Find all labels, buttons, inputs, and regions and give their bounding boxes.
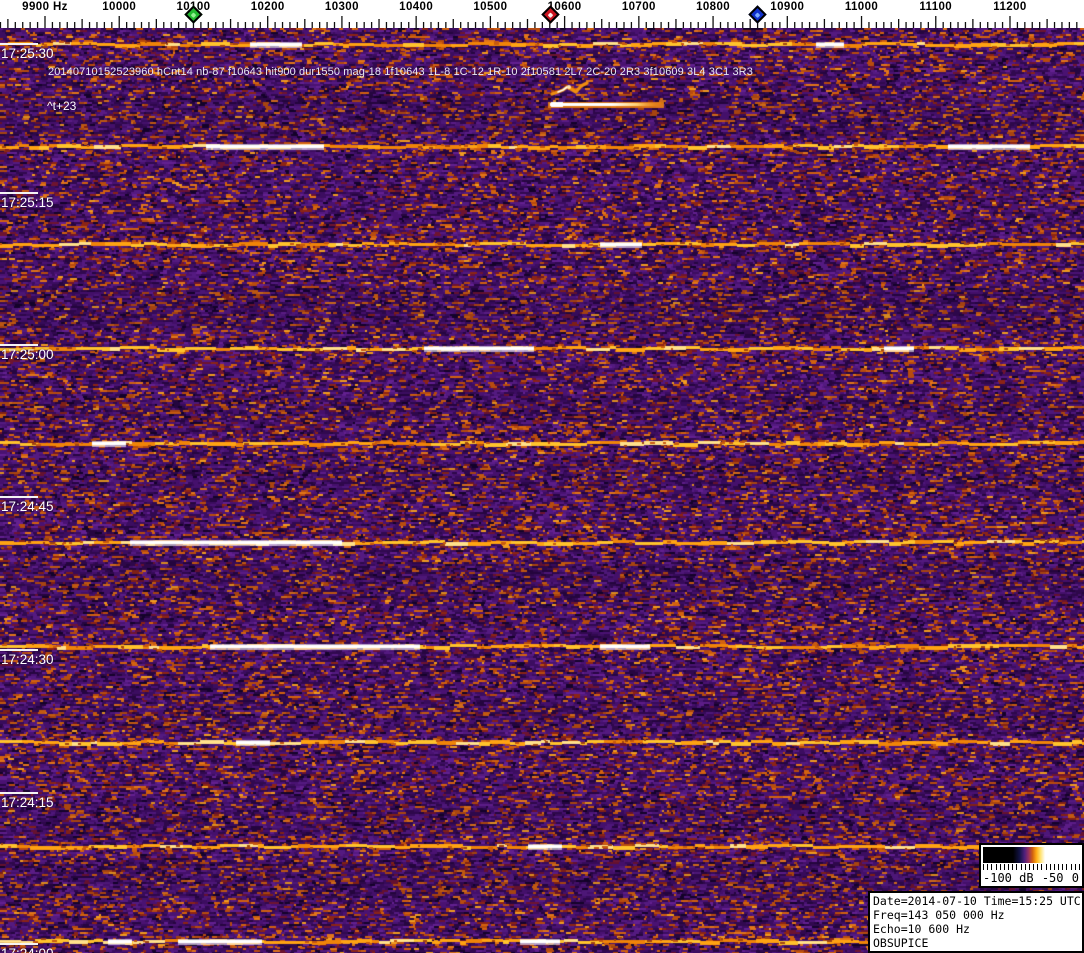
db-tick (1020, 864, 1022, 870)
db-label-mid: -50 (1041, 871, 1064, 885)
frequency-ruler: 9900 Hz100001010010200103001040010500106… (0, 0, 1084, 28)
time-axis-tick (0, 43, 38, 45)
freq-axis-label: 11000 (844, 1, 879, 13)
db-tick (1062, 864, 1064, 870)
db-scale-ticks (983, 864, 1080, 870)
db-gradient-bar (983, 847, 1080, 863)
time-axis-label: 17:25:15 (1, 195, 54, 210)
time-axis-tick (0, 943, 38, 945)
db-label-min: -100 dB (983, 871, 1034, 885)
freq-axis-label: 10800 (696, 1, 731, 13)
freq-marker-core (754, 11, 761, 18)
db-tick (995, 864, 997, 870)
db-tick (1053, 864, 1055, 870)
freq-axis-label: 11100 (919, 1, 953, 13)
freq-marker-core (190, 11, 197, 18)
db-tick (1078, 864, 1080, 870)
time-axis-tick (0, 792, 38, 794)
db-tick (1037, 864, 1039, 870)
db-tick (1066, 864, 1068, 870)
freq-axis-label: 11200 (993, 1, 1027, 13)
freq-axis-label: 10900 (770, 1, 805, 13)
time-axis-label: 17:25:00 (1, 347, 54, 362)
freq-axis-label: 10200 (250, 1, 285, 13)
freq-axis-label: 10700 (621, 1, 656, 13)
db-tick (1033, 864, 1035, 870)
freq-axis-label: 10500 (473, 1, 508, 13)
freq-axis-label: 9900 Hz (22, 1, 68, 13)
time-axis-tick (0, 192, 38, 194)
db-tick (1008, 864, 1010, 870)
freq-axis-label: 10300 (324, 1, 359, 13)
db-tick (1058, 864, 1060, 870)
db-tick (1024, 864, 1026, 870)
db-tick (983, 864, 984, 870)
time-axis-tick (0, 344, 38, 346)
freq-axis-label: 10000 (102, 1, 137, 13)
time-axis-label: 17:24:45 (1, 499, 54, 514)
db-tick (999, 864, 1001, 870)
db-tick (1028, 864, 1030, 870)
spectrogram-window: 9900 Hz100001010010200103001040010500106… (0, 0, 1084, 953)
info-frequency: Freq=143 050 000 Hz (873, 908, 1005, 922)
time-axis-label: 17:24:00 (1, 946, 54, 953)
db-tick (1074, 864, 1076, 870)
freq-axis-label: 10400 (399, 1, 434, 13)
db-tick (1045, 864, 1047, 870)
cursor-time-label: ^t+23 (47, 99, 77, 113)
detection-header-text: 20140710152523960 hCnt14 nb-87 f10643 hi… (48, 66, 753, 78)
db-label-max: 0 (1071, 871, 1079, 885)
db-tick (1003, 864, 1005, 870)
db-tick (987, 864, 989, 870)
info-date-time: Date=2014-07-10 Time=15:25 UTC (873, 894, 1081, 908)
time-axis-label: 17:24:15 (1, 795, 54, 810)
spectrogram-canvas (0, 28, 1084, 953)
time-axis-tick (0, 649, 38, 651)
db-tick (1012, 864, 1014, 870)
db-scale-labels: -100 dB -50 0 (983, 871, 1079, 885)
db-tick (1049, 864, 1051, 870)
db-tick (1016, 864, 1018, 870)
db-tick (1041, 864, 1043, 870)
db-scale-legend: -100 dB -50 0 (979, 843, 1084, 888)
db-tick (991, 864, 993, 870)
time-axis-label: 17:25:30 (1, 46, 54, 61)
info-echo-freq: Echo=10 600 Hz (873, 922, 970, 936)
info-station-name: OBSUPICE (873, 936, 929, 950)
time-axis-tick (0, 496, 38, 498)
db-tick (1070, 864, 1072, 870)
time-axis-label: 17:24:30 (1, 652, 54, 667)
observation-info-box: Date=2014-07-10 Time=15:25 UTC Freq=143 … (868, 891, 1084, 953)
freq-marker-core (547, 11, 554, 18)
